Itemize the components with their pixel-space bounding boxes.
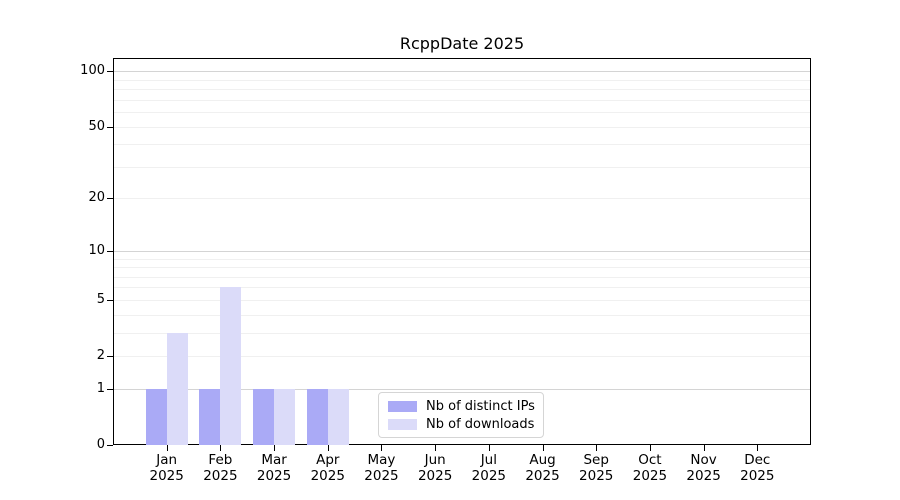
- gridline-minor: [114, 79, 810, 81]
- x-axis-tick: [274, 445, 276, 451]
- bar-nb-of-downloads-apr: [327, 388, 349, 445]
- x-tick-label-dec: Dec 2025: [725, 452, 789, 484]
- x-axis-tick: [166, 445, 168, 451]
- y-axis-tick: [107, 356, 113, 358]
- bar-nb-of-distinct-ips-jan: [145, 388, 167, 445]
- plot-area: [113, 58, 811, 445]
- chart-title: RcppDate 2025: [399, 34, 525, 53]
- gridline-minor: [114, 89, 810, 91]
- y-axis-tick: [107, 388, 113, 390]
- bar-nb-of-downloads-mar: [274, 388, 296, 445]
- gridline-minor: [114, 299, 810, 301]
- y-tick-label: 50: [88, 118, 105, 134]
- gridline-minor: [114, 126, 810, 128]
- x-axis-tick: [703, 445, 705, 451]
- legend-label-nb-of-distinct-ips: Nb of distinct IPs: [426, 398, 535, 414]
- download-stats-chart: RcppDate 2025 Nb of distinct IPs Nb of do…: [0, 0, 900, 500]
- x-axis-tick: [542, 445, 544, 451]
- x-axis-tick: [596, 445, 598, 451]
- legend-swatch-nb-of-downloads: [388, 418, 417, 430]
- gridline-minor: [114, 166, 810, 168]
- y-tick-label: 1: [96, 380, 105, 396]
- x-tick-year: 2025: [740, 468, 775, 484]
- x-tick-month: Dec: [744, 452, 771, 468]
- legend-item: Nb of distinct IPs: [388, 398, 535, 414]
- legend-swatch-nb-of-distinct-ips: [388, 400, 417, 412]
- gridline-minor: [114, 258, 810, 260]
- y-axis-tick: [107, 445, 113, 446]
- y-tick-label: 0: [96, 437, 105, 452]
- y-tick-label: 2: [96, 348, 105, 364]
- y-axis-tick: [107, 198, 113, 200]
- legend-item: Nb of downloads: [388, 417, 534, 432]
- gridline-major: [114, 250, 810, 252]
- gridline-minor: [114, 356, 810, 358]
- y-axis-tick: [107, 126, 113, 128]
- y-tick-label: 100: [80, 63, 105, 79]
- bar-nb-of-distinct-ips-mar: [253, 388, 275, 445]
- gridline-minor: [114, 287, 810, 289]
- y-tick-label: 5: [96, 291, 105, 307]
- gridline-minor: [114, 314, 810, 316]
- gridline-minor: [114, 267, 810, 269]
- legend-label-nb-of-downloads: Nb of downloads: [426, 416, 535, 432]
- x-axis-tick: [435, 445, 437, 451]
- x-axis-tick: [757, 445, 759, 451]
- x-axis-tick: [488, 445, 490, 451]
- y-axis-tick: [107, 299, 113, 301]
- gridline-minor: [114, 276, 810, 278]
- y-tick-label: 20: [88, 190, 105, 206]
- x-axis-tick: [649, 445, 651, 451]
- y-tick-label: 10: [88, 242, 105, 258]
- gridline-minor: [114, 112, 810, 114]
- bar-nb-of-downloads-jan: [166, 332, 188, 445]
- bar-nb-of-downloads-feb: [220, 287, 242, 445]
- gridline-major: [114, 71, 810, 73]
- gridline-minor: [114, 99, 810, 101]
- gridline-minor: [114, 198, 810, 200]
- bar-nb-of-distinct-ips-feb: [199, 388, 221, 445]
- y-axis-tick: [107, 71, 113, 73]
- x-axis-tick: [381, 445, 383, 451]
- x-axis-tick: [327, 445, 329, 451]
- gridline-minor: [114, 144, 810, 146]
- bar-nb-of-distinct-ips-apr: [306, 388, 328, 445]
- y-axis-tick: [107, 250, 113, 252]
- legend: Nb of distinct IPs Nb of downloads: [378, 392, 544, 438]
- x-axis-tick: [220, 445, 222, 451]
- gridline-minor: [114, 332, 810, 334]
